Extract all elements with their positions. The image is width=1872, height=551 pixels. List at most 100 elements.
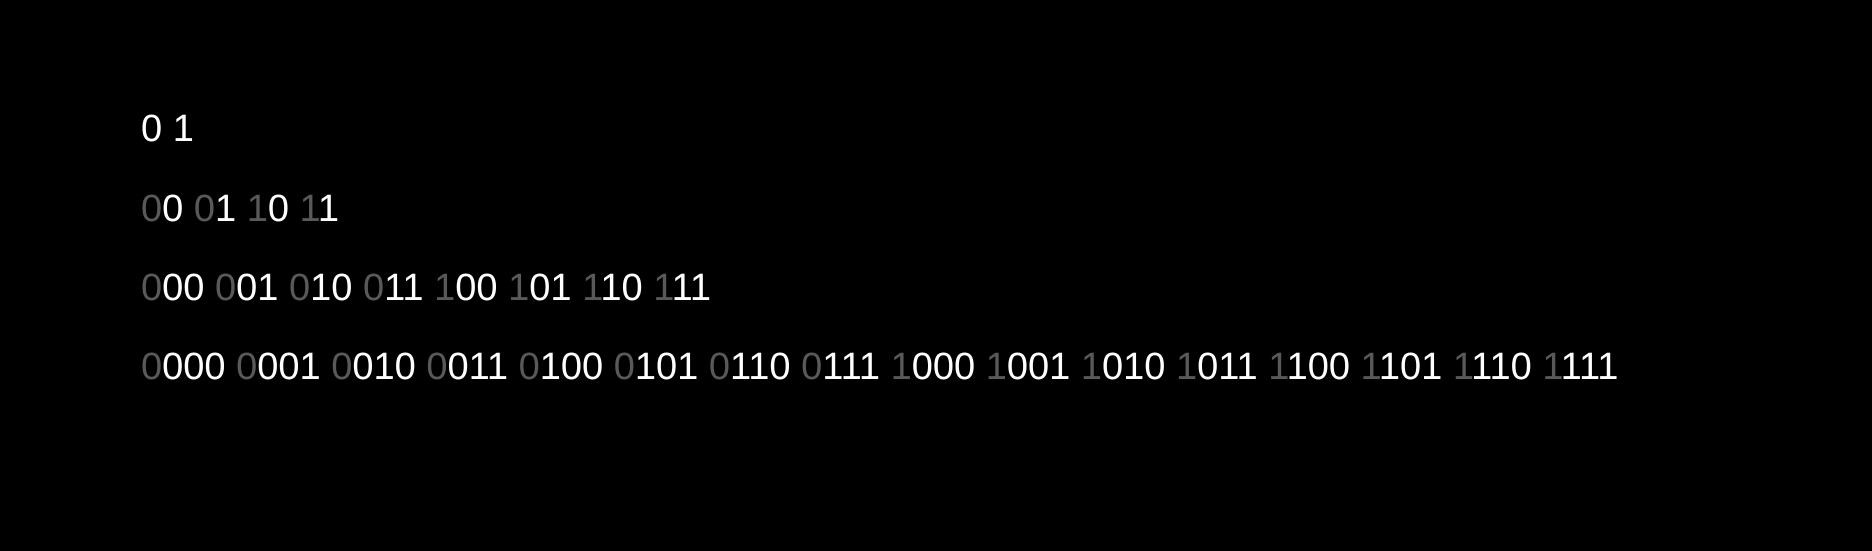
code-prefix-bit: 1 <box>1542 346 1561 388</box>
binary-code: 1001 <box>986 346 1071 388</box>
binary-code: 1111 <box>1542 346 1618 388</box>
code-suffix-bits: 0 <box>141 108 163 150</box>
code-prefix-bit: 1 <box>434 267 456 309</box>
code-separator <box>321 346 332 388</box>
code-prefix-bit: 0 <box>214 267 237 309</box>
code-suffix-bits: 110 <box>1471 346 1532 388</box>
code-suffix-bits: 100 <box>539 346 604 388</box>
binary-code: 01 <box>194 188 236 230</box>
code-prefix-bit: 0 <box>331 346 353 388</box>
binary-code: 101 <box>508 267 571 309</box>
code-suffix-bits: 1 <box>317 188 339 230</box>
code-separator <box>508 346 519 388</box>
code-prefix-bit: 0 <box>288 267 311 309</box>
code-prefix-bit: 1 <box>1360 346 1379 388</box>
code-suffix-bits: 11 <box>671 267 712 309</box>
binary-code: 1011 <box>1176 346 1258 388</box>
binary-row-2-bit: 00 01 10 11 <box>141 190 339 228</box>
code-suffix-bits: 111 <box>822 346 881 388</box>
binary-code: 10 <box>247 188 289 230</box>
code-separator <box>1165 346 1176 388</box>
code-prefix-bit: 0 <box>708 346 730 388</box>
code-suffix-bits: 010 <box>1101 346 1166 388</box>
code-suffix-bits: 11 <box>384 267 424 309</box>
code-suffix-bits: 011 <box>1197 346 1258 388</box>
code-suffix-bits: 000 <box>911 346 976 388</box>
binary-code: 011 <box>363 267 424 309</box>
code-separator <box>226 346 237 388</box>
binary-code: 1100 <box>1268 346 1350 388</box>
binary-code: 0101 <box>614 346 699 388</box>
code-separator <box>204 267 215 309</box>
code-suffix-bits: 10 <box>600 267 643 309</box>
code-prefix-bit: 1 <box>508 267 530 309</box>
binary-code: 100 <box>434 267 497 309</box>
code-suffix-bits: 100 <box>1286 346 1350 388</box>
code-suffix-bits: 111 <box>1560 346 1619 388</box>
code-separator <box>183 188 194 230</box>
code-separator <box>236 188 247 230</box>
code-suffix-bits: 0 <box>267 188 289 230</box>
code-prefix-bit: 1 <box>985 346 1007 388</box>
code-separator <box>975 346 986 388</box>
binary-code: 1010 <box>1081 346 1166 388</box>
binary-code: 11 <box>300 188 339 230</box>
binary-code: 0 <box>141 108 162 150</box>
code-prefix-bit: 0 <box>518 346 540 388</box>
binary-code: 0000 <box>141 346 226 388</box>
code-separator <box>162 108 173 150</box>
binary-row-4-bit: 0000 0001 0010 0011 0100 0101 0110 0111 … <box>141 348 1618 386</box>
code-prefix-bit: 1 <box>1175 346 1198 388</box>
code-prefix-bit: 0 <box>141 267 163 309</box>
code-suffix-bits: 10 <box>310 267 353 309</box>
code-separator <box>424 267 435 309</box>
code-prefix-bit: 0 <box>141 346 163 388</box>
binary-code: 0001 <box>236 346 321 388</box>
binary-code: 1 <box>173 108 194 150</box>
code-separator <box>698 346 709 388</box>
code-suffix-bits: 101 <box>634 346 699 388</box>
code-prefix-bit: 0 <box>236 346 258 388</box>
binary-code: 0100 <box>519 346 604 388</box>
code-prefix-bit: 1 <box>1268 346 1287 388</box>
binary-code: 111 <box>653 267 711 309</box>
code-separator <box>1532 346 1543 388</box>
binary-code: 0010 <box>331 346 416 388</box>
code-suffix-bits: 101 <box>1378 346 1443 388</box>
code-separator <box>880 346 891 388</box>
code-separator <box>278 267 289 309</box>
binary-code: 0011 <box>426 346 508 388</box>
code-suffix-bits: 110 <box>729 346 791 388</box>
binary-code: 00 <box>141 188 183 230</box>
code-separator <box>643 267 654 309</box>
binary-code: 1000 <box>891 346 976 388</box>
code-prefix-bit: 0 <box>801 346 823 388</box>
code-separator <box>791 346 802 388</box>
code-suffix-bits: 001 <box>1006 346 1071 388</box>
code-separator <box>1350 346 1361 388</box>
binary-code: 001 <box>215 267 278 309</box>
binary-code: 110 <box>582 267 643 309</box>
binary-code: 1101 <box>1361 346 1443 388</box>
code-prefix-bit: 0 <box>141 188 163 230</box>
code-separator <box>572 267 583 309</box>
code-prefix-bit: 1 <box>653 267 672 309</box>
binary-row-3-bit: 000 001 010 011 100 101 110 111 <box>141 269 711 307</box>
code-separator <box>416 346 427 388</box>
code-prefix-bit: 1 <box>1080 346 1102 388</box>
code-suffix-bits: 0 <box>162 188 184 230</box>
code-prefix-bit: 1 <box>246 188 268 230</box>
code-suffix-bits: 1 <box>172 108 194 150</box>
code-prefix-bit: 0 <box>426 346 448 388</box>
code-separator <box>289 188 300 230</box>
code-prefix-bit: 0 <box>362 267 385 309</box>
code-prefix-bit: 0 <box>193 188 215 230</box>
code-prefix-bit: 1 <box>582 267 601 309</box>
code-prefix-bit: 1 <box>890 346 912 388</box>
code-suffix-bits: 010 <box>352 346 416 388</box>
code-separator <box>1258 346 1269 388</box>
binary-code: 000 <box>141 267 204 309</box>
code-separator <box>1442 346 1453 388</box>
binary-code: 0111 <box>801 346 880 388</box>
binary-code: 010 <box>289 267 352 309</box>
